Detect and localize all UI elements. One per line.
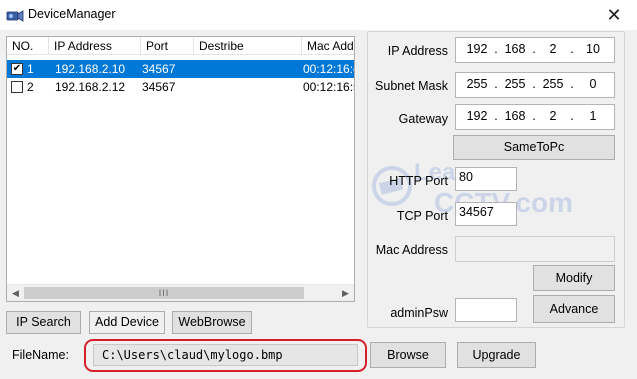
admin-password-label: adminPsw <box>390 306 448 320</box>
cell-ip: 192.168.2.12 <box>55 80 126 94</box>
ip-dot: . <box>570 42 574 56</box>
table-row[interactable]: 2 192.168.2.12 34567 00:12:16:5 <box>7 78 354 96</box>
table-row[interactable]: ✔ 1 192.168.2.10 34567 00:12:16:e <box>7 60 354 78</box>
row-checkbox[interactable] <box>11 81 23 93</box>
title-bar[interactable]: DeviceManager ✕ <box>0 0 637 30</box>
list-header: NO. IP Address Port Destribe Mac Addre <box>7 37 354 55</box>
cell-ip: 192.168.2.10 <box>55 62 126 76</box>
scroll-left-arrow-icon[interactable]: ◀ <box>7 285 24 301</box>
ip-address-label: IP Address <box>387 44 448 58</box>
gateway-field[interactable]: 192 . 168 . 2 . 1 <box>455 104 615 130</box>
scroll-right-arrow-icon[interactable]: ▶ <box>337 285 354 301</box>
subnet-octet[interactable]: 255 <box>500 77 530 91</box>
subnet-mask-label: Subnet Mask <box>375 79 448 93</box>
browse-button[interactable]: Browse <box>370 342 446 368</box>
subnet-dot: . <box>494 77 498 91</box>
column-header-mac[interactable]: Mac Addre <box>302 37 354 55</box>
tcp-port-label: TCP Port <box>396 209 448 223</box>
column-header-port[interactable]: Port <box>141 37 194 55</box>
subnet-dot: . <box>570 77 574 91</box>
cell-port: 34567 <box>142 80 176 94</box>
upgrade-button[interactable]: Upgrade <box>457 342 536 368</box>
modify-button[interactable]: Modify <box>533 265 615 291</box>
ip-octet[interactable]: 10 <box>578 42 608 56</box>
gateway-dot: . <box>570 109 574 123</box>
filename-field[interactable]: C:\Users\claud\mylogo.bmp <box>93 344 358 366</box>
subnet-octet[interactable]: 255 <box>462 77 492 91</box>
ip-dot: . <box>532 42 536 56</box>
cell-port: 34567 <box>142 62 176 76</box>
mac-address-field <box>455 236 615 262</box>
ip-search-button[interactable]: IP Search <box>6 311 81 334</box>
gateway-octet[interactable]: 168 <box>500 109 530 123</box>
gateway-octet[interactable]: 2 <box>538 109 568 123</box>
http-port-field[interactable]: 80 <box>455 167 517 191</box>
row-checkbox[interactable]: ✔ <box>11 63 23 75</box>
subnet-dot: . <box>532 77 536 91</box>
cell-describe <box>199 78 299 96</box>
ip-address-field[interactable]: 192 . 168 . 2 . 10 <box>455 37 615 63</box>
column-header-no[interactable]: NO. <box>7 37 49 55</box>
scroll-thumb[interactable]: III <box>24 287 304 299</box>
same-to-pc-button[interactable]: SameToPc <box>453 135 615 160</box>
ip-octet[interactable]: 168 <box>500 42 530 56</box>
web-browse-button[interactable]: WebBrowse <box>172 311 252 334</box>
camera-app-icon <box>6 10 24 22</box>
device-list[interactable]: NO. IP Address Port Destribe Mac Addre ✔… <box>6 36 355 302</box>
cell-describe <box>199 60 299 78</box>
close-button[interactable]: ✕ <box>591 0 637 30</box>
gateway-dot: . <box>494 109 498 123</box>
ip-octet[interactable]: 2 <box>538 42 568 56</box>
admin-password-field[interactable] <box>455 298 517 322</box>
gateway-octet[interactable]: 192 <box>462 109 492 123</box>
column-header-ip[interactable]: IP Address <box>49 37 141 55</box>
tcp-port-field[interactable]: 34567 <box>455 202 517 226</box>
ip-dot: . <box>494 42 498 56</box>
gateway-dot: . <box>532 109 536 123</box>
cell-mac: 00:12:16:5 <box>303 80 355 94</box>
cell-mac: 00:12:16:e <box>303 62 355 76</box>
advance-button[interactable]: Advance <box>533 295 615 323</box>
cell-no: 1 <box>27 62 34 76</box>
horizontal-scrollbar[interactable]: ◀ III ▶ <box>7 284 354 301</box>
mac-address-label: Mac Address <box>375 243 448 257</box>
ip-octet[interactable]: 192 <box>462 42 492 56</box>
subnet-octet[interactable]: 0 <box>578 77 608 91</box>
subnet-octet[interactable]: 255 <box>538 77 568 91</box>
window-title: DeviceManager <box>28 7 116 21</box>
subnet-mask-field[interactable]: 255 . 255 . 255 . 0 <box>455 72 615 98</box>
device-manager-window: DeviceManager ✕ NO. IP Address Port Dest… <box>0 0 637 379</box>
http-port-label: HTTP Port <box>389 174 448 188</box>
gateway-octet[interactable]: 1 <box>578 109 608 123</box>
gateway-label: Gateway <box>398 112 448 126</box>
add-device-button[interactable]: Add Device <box>89 311 165 334</box>
column-header-describe[interactable]: Destribe <box>194 37 302 55</box>
cell-no: 2 <box>27 80 34 94</box>
filename-label: FileName: <box>12 348 69 362</box>
